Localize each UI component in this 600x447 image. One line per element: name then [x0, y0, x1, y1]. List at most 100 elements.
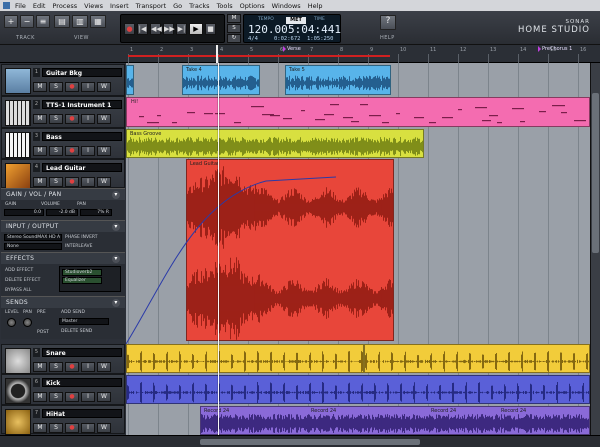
input-echo-button[interactable]: I [81, 146, 95, 156]
marker-prechorus[interactable]: PreChorus 1 [538, 46, 572, 52]
forward-button[interactable]: ▶▶ [163, 23, 175, 35]
mute-button[interactable]: M [33, 114, 47, 124]
track-guitar-bkg[interactable]: 1 Guitar Bkg M S ● I W [1, 64, 125, 96]
write-automation-button[interactable]: W [97, 177, 111, 187]
solo-button[interactable]: S [49, 423, 63, 433]
write-automation-button[interactable]: W [97, 392, 111, 402]
clip-take-5[interactable]: Take 5 [285, 65, 391, 95]
marker-verse[interactable]: Verse [283, 46, 301, 52]
collapse-icon[interactable]: ▾ [112, 255, 120, 263]
solo-button[interactable]: S [49, 177, 63, 187]
write-automation-button[interactable]: W [97, 114, 111, 124]
delete-track-icon[interactable]: − [20, 15, 34, 28]
track-name-field[interactable]: Kick [42, 378, 122, 387]
view-console-icon[interactable]: ▥ [72, 15, 88, 28]
send-level-knob[interactable] [7, 318, 16, 327]
effect-slot-2[interactable]: Equalizer [62, 277, 102, 284]
mute-button[interactable]: M [33, 362, 47, 372]
clip-bass-groove[interactable]: Bass Groove [126, 129, 424, 158]
interleave-toggle[interactable]: INTERLEAVE [65, 244, 92, 249]
stop-button[interactable]: ■ [205, 23, 216, 35]
phase-invert-toggle[interactable]: PHASE INVERT [65, 235, 97, 240]
record-arm-button[interactable]: ● [65, 82, 79, 92]
track-name-field[interactable]: HiHat [42, 409, 122, 418]
record-arm-button[interactable]: ● [65, 146, 79, 156]
write-automation-button[interactable]: W [97, 146, 111, 156]
record-arm-button[interactable]: ● [65, 362, 79, 372]
sends-header[interactable]: SENDS ▾ [1, 296, 125, 308]
clip-midi[interactable]: Hi! [126, 97, 590, 127]
metronome-m-toggle[interactable]: M [227, 14, 241, 23]
menu-tracks[interactable]: Tracks [189, 2, 209, 10]
clips-pane[interactable]: Take 4 Take 5 Hi! Bass Groove Lead Guita… [126, 63, 590, 435]
volume-slider[interactable]: -2.0 dB [46, 209, 78, 216]
envelope-line[interactable] [126, 159, 590, 349]
write-automation-button[interactable]: W [97, 82, 111, 92]
track-kick[interactable]: 6 Kick M S ● I W [1, 374, 125, 405]
metronome-s-toggle[interactable]: S [227, 24, 241, 33]
tempo-value[interactable]: 120.00 [248, 23, 288, 36]
send-pre-label[interactable]: PRE [37, 310, 46, 315]
solo-button[interactable]: S [49, 392, 63, 402]
track-name-field[interactable]: Guitar Bkg [42, 68, 122, 77]
collapse-icon[interactable]: ▾ [112, 299, 120, 307]
track-lead-guitar[interactable]: 4 Lead Guitar M S ● I W [1, 159, 125, 189]
menu-transport[interactable]: Transport [136, 2, 167, 10]
track-tts1[interactable]: 2 TTS-1 Instrument 1 M S ● I W [1, 96, 125, 128]
menu-edit[interactable]: Edit [33, 2, 46, 10]
mute-button[interactable]: M [33, 146, 47, 156]
play-button[interactable]: ▶ [189, 23, 203, 35]
vertical-scrollbar[interactable] [590, 63, 600, 435]
clip-snare-1[interactable] [126, 344, 364, 373]
gain-slider[interactable]: 0.0 [4, 209, 44, 216]
timeline-ruler[interactable]: 1 2 3 4 5 6 7 8 9 10 11 12 13 14 15 16 Verse PreChorus … [0, 45, 600, 63]
menu-views[interactable]: Views [84, 2, 103, 10]
add-effect-button[interactable]: ADD EFFECT [5, 268, 33, 273]
effect-slot-1[interactable]: Studioverb2 [62, 269, 102, 276]
view-tracks-icon[interactable]: ▤ [54, 15, 70, 28]
input-echo-button[interactable]: I [81, 82, 95, 92]
loop-toggle[interactable]: ↻ [227, 34, 241, 43]
input-select[interactable]: Stereo SoundMAX HD A [4, 234, 62, 241]
collapse-icon[interactable]: ▾ [112, 191, 120, 199]
record-arm-button[interactable]: ● [65, 114, 79, 124]
track-name-field[interactable]: TTS-1 Instrument 1 [42, 100, 122, 109]
playhead[interactable] [218, 63, 219, 435]
record-arm-button[interactable]: ● [65, 423, 79, 433]
delete-send-button[interactable]: DELETE SEND [61, 329, 92, 334]
input-echo-button[interactable]: I [81, 362, 95, 372]
rewind-button[interactable]: ◀◀ [150, 23, 162, 35]
bypass-all-button[interactable]: BYPASS ALL [5, 288, 31, 293]
track-bass[interactable]: 3 Bass M S ● I W [1, 128, 125, 159]
record-button[interactable]: ● [124, 23, 135, 35]
clip-take-4[interactable]: Take 4 [182, 65, 260, 95]
input-echo-button[interactable]: I [81, 423, 95, 433]
delete-effect-button[interactable]: DELETE EFFECT [5, 278, 40, 283]
menu-windows[interactable]: Windows [272, 2, 301, 10]
clip-guitar-start[interactable] [126, 65, 134, 95]
rewind-start-button[interactable]: |◀ [137, 23, 148, 35]
gain-vol-pan-header[interactable]: GAIN / VOL / PAN ▾ [1, 188, 125, 200]
record-arm-button[interactable]: ● [65, 392, 79, 402]
vertical-scroll-thumb[interactable] [592, 93, 599, 253]
solo-button[interactable]: S [49, 82, 63, 92]
write-automation-button[interactable]: W [97, 362, 111, 372]
track-hihat[interactable]: 7 HiHat M S ● I W [1, 405, 125, 435]
mute-button[interactable]: M [33, 423, 47, 433]
clip-hihat[interactable]: Record 24 Record 24 Record 24 Record 24 [200, 406, 590, 435]
add-track-icon[interactable]: + [4, 15, 18, 28]
track-name-field[interactable]: Lead Guitar [42, 163, 122, 172]
clip-snare-2[interactable] [364, 344, 590, 373]
go-end-button[interactable]: ▶| [176, 23, 187, 35]
send-post-label[interactable]: POST [37, 330, 49, 335]
send-target-select[interactable]: Master [59, 318, 109, 325]
record-arm-button[interactable]: ● [65, 177, 79, 187]
clip-kick[interactable] [126, 375, 590, 404]
solo-button[interactable]: S [49, 362, 63, 372]
view-piano-roll-icon[interactable]: ▦ [90, 15, 106, 28]
menu-help[interactable]: Help [308, 2, 323, 10]
effects-header[interactable]: EFFECTS ▾ [1, 252, 125, 264]
menu-file[interactable]: File [15, 2, 26, 10]
track-name-field[interactable]: Snare [42, 348, 122, 357]
collapse-icon[interactable]: ▾ [112, 223, 120, 231]
